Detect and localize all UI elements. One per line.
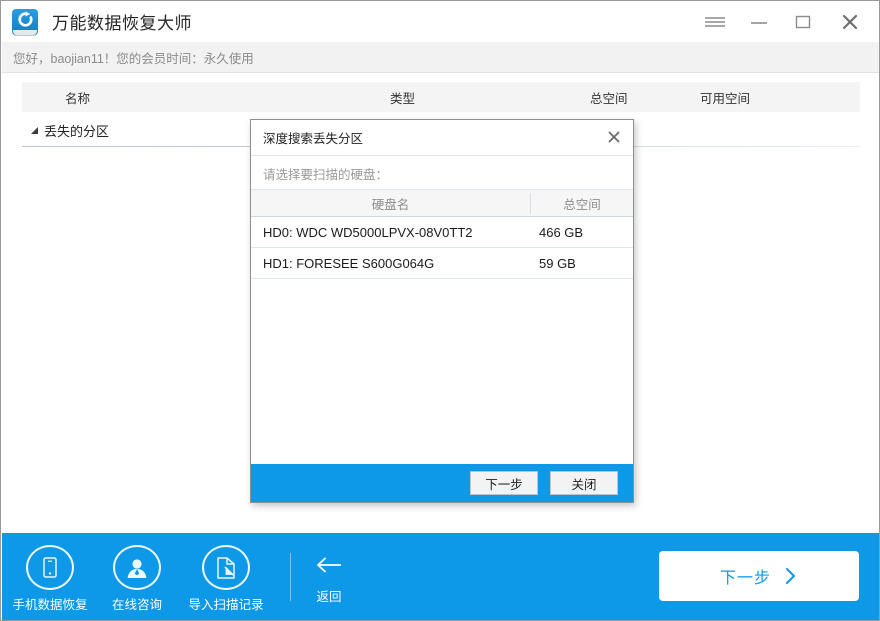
import-document-icon [202,545,250,590]
disk-list-item[interactable]: HD0: WDC WD5000LPVX-08V0TT2 466 GB [251,217,633,248]
tree-item-label: 丢失的分区 [44,121,109,140]
greeting-bar: 您好，baojian11！您的会员时间：永久使用 [2,42,879,73]
dialog-title-bar: 深度搜索丢失分区 [251,120,633,156]
column-header-total-space: 总空间 [590,82,628,112]
dialog-title: 深度搜索丢失分区 [263,128,363,147]
person-support-icon [113,545,161,590]
back-button[interactable]: 返回 [300,551,358,609]
column-header-name: 名称 [65,82,90,112]
disk-column-header-name: 硬盘名 [251,190,530,216]
window-controls [693,1,879,42]
mobile-phone-icon [26,545,74,590]
disk-list-header: 硬盘名 总空间 [251,189,633,217]
partition-table-header: 名称 类型 总空间 可用空间 [22,82,860,112]
disk-size: 59 GB [539,248,576,278]
arrow-left-icon [314,555,344,580]
window-title: 万能数据恢复大师 [52,9,192,34]
next-step-label: 下一步 [720,564,771,588]
tool-import-scan-record[interactable]: 导入扫描记录 [186,545,266,613]
dialog-close-button[interactable]: 关闭 [550,471,618,495]
title-bar: 万能数据恢复大师 [1,1,879,42]
column-header-type: 类型 [390,82,415,112]
recovery-refresh-icon [12,9,38,31]
dialog-footer: 下一步 关闭 [251,464,633,502]
dialog-prompt-text: 请选择要扫描的硬盘： [263,164,388,183]
next-step-button[interactable]: 下一步 [659,551,859,601]
app-logo-icon [12,9,38,35]
disk-name: HD0: WDC WD5000LPVX-08V0TT2 [263,217,473,247]
minimize-icon[interactable] [737,1,781,42]
bottom-toolbar: 手机数据恢复 在线咨询 导入扫描记录 [2,533,879,620]
dialog-next-button[interactable]: 下一步 [470,471,538,495]
disk-column-header-size: 总空间 [531,190,633,216]
greeting-text: 您好，baojian11！您的会员时间：永久使用 [13,48,254,67]
maximize-icon[interactable] [781,1,825,42]
column-header-free-space: 可用空间 [700,82,750,112]
tool-online-consult[interactable]: 在线咨询 [97,545,177,613]
collapse-triangle-icon[interactable] [28,124,40,136]
menu-icon[interactable] [693,1,737,42]
tool-label: 在线咨询 [112,594,162,613]
deep-scan-dialog: 深度搜索丢失分区 请选择要扫描的硬盘： 硬盘名 总空间 HD0: WDC WD5… [250,119,634,503]
tool-label: 导入扫描记录 [188,594,263,613]
disk-size: 466 GB [539,217,583,247]
application-window: 万能数据恢复大师 [0,0,880,621]
tool-label: 手机数据恢复 [12,594,87,613]
disk-name: HD1: FORESEE S600G064G [263,248,434,278]
close-icon[interactable] [825,1,875,42]
disk-list-empty-area [251,279,633,464]
toolbar-divider [290,553,291,601]
disk-list-item[interactable]: HD1: FORESEE S600G064G 59 GB [251,248,633,279]
chevron-right-icon [784,566,798,586]
dialog-close-icon[interactable] [601,125,627,149]
back-button-label: 返回 [316,586,341,605]
tool-mobile-data-recovery[interactable]: 手机数据恢复 [10,545,90,613]
